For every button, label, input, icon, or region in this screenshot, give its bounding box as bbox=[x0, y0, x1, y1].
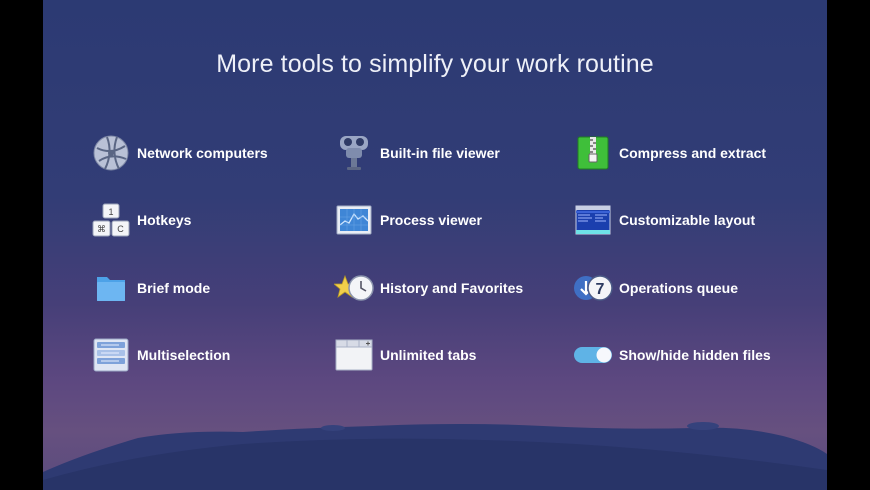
feature-hotkeys: 1 ⌘ C Hotkeys bbox=[91, 200, 191, 240]
feature-label: Show/hide hidden files bbox=[619, 347, 771, 363]
feature-process-viewer: Process viewer bbox=[334, 200, 482, 240]
feature-label: Network computers bbox=[137, 145, 268, 161]
tabs-window-icon bbox=[334, 335, 374, 375]
feature-multiselection: Multiselection bbox=[91, 335, 230, 375]
page-title: More tools to simplify your work routine bbox=[216, 50, 654, 78]
feature-label: Built-in file viewer bbox=[380, 145, 500, 161]
layout-window-icon bbox=[573, 200, 613, 240]
process-monitor-icon bbox=[334, 200, 374, 240]
feature-label: Operations queue bbox=[619, 280, 739, 296]
planet-horizon-illustration bbox=[43, 422, 827, 490]
feature-file-viewer: Built-in file viewer bbox=[334, 133, 500, 173]
feature-compress-extract: Compress and extract bbox=[573, 133, 766, 173]
queue-number: 7 bbox=[596, 281, 605, 298]
feature-label: Hotkeys bbox=[137, 212, 192, 228]
feature-label: Compress and extract bbox=[619, 145, 767, 161]
feature-label: Unlimited tabs bbox=[380, 347, 477, 363]
feature-history-favorites: History and Favorites bbox=[334, 268, 523, 308]
feature-label: Customizable layout bbox=[619, 212, 756, 228]
toggle-switch-icon bbox=[573, 335, 613, 375]
feature-brief-mode: Brief mode bbox=[91, 268, 210, 308]
feature-label: History and Favorites bbox=[380, 280, 524, 296]
feature-customizable-layout: Customizable layout bbox=[573, 200, 755, 240]
feature-label: Process viewer bbox=[380, 212, 482, 228]
keyboard-keys-icon: 1 ⌘ C bbox=[91, 200, 131, 240]
feature-network-computers: Network computers bbox=[91, 133, 268, 173]
hotkey-glyph-left: ⌘ bbox=[97, 225, 106, 235]
multiselect-list-icon bbox=[91, 335, 131, 375]
feature-label: Multiselection bbox=[137, 347, 231, 363]
hotkey-glyph-top: 1 bbox=[108, 207, 113, 217]
download-queue-icon: 7 bbox=[573, 268, 613, 308]
star-clock-icon bbox=[334, 268, 374, 308]
folder-icon bbox=[91, 268, 131, 308]
feature-operations-queue: 7 Operations queue bbox=[573, 268, 738, 308]
network-globe-icon bbox=[91, 133, 131, 173]
binocular-viewer-icon bbox=[334, 133, 374, 173]
hotkey-glyph-right: C bbox=[117, 224, 124, 234]
feature-show-hide-hidden-files: Show/hide hidden files bbox=[573, 335, 771, 375]
feature-unlimited-tabs: Unlimited tabs bbox=[334, 335, 476, 375]
zip-archive-icon bbox=[573, 133, 613, 173]
promo-panel: More tools to simplify your work routine… bbox=[43, 0, 827, 490]
feature-label: Brief mode bbox=[137, 280, 211, 296]
